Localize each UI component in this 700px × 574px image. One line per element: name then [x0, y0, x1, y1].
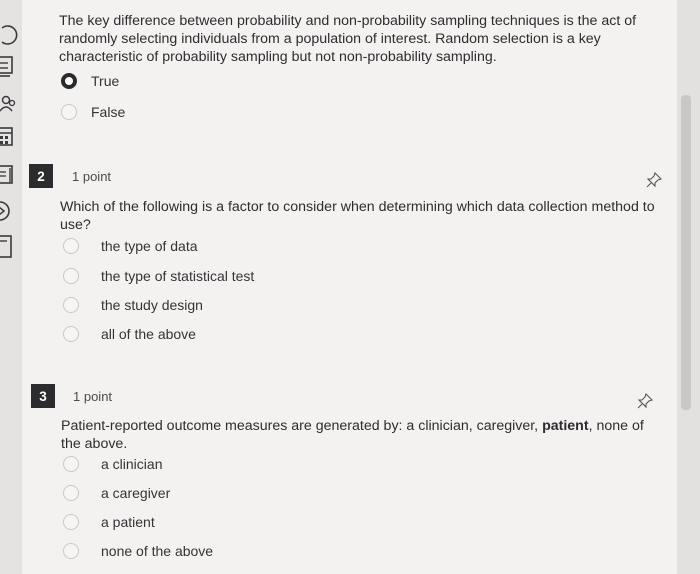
- radio-button[interactable]: [63, 543, 79, 559]
- inbox-icon[interactable]: [0, 164, 22, 186]
- question-number-badge: 3: [31, 384, 55, 408]
- question-2-option[interactable]: the type of data: [63, 235, 198, 257]
- option-label: the type of statistical test: [101, 268, 255, 284]
- option-label: all of the above: [101, 326, 196, 342]
- history-icon[interactable]: [0, 24, 22, 46]
- question-2-option[interactable]: all of the above: [63, 323, 196, 345]
- option-label: the study design: [101, 297, 203, 313]
- radio-button[interactable]: [63, 326, 79, 342]
- radio-button[interactable]: [61, 104, 77, 120]
- grades-icon[interactable]: [0, 55, 22, 79]
- question-3-option[interactable]: a caregiver: [63, 482, 170, 504]
- question-3-text-start: Patient-reported outcome measures are ge…: [61, 418, 543, 434]
- question-3-option[interactable]: none of the above: [63, 540, 213, 562]
- option-label: a caregiver: [101, 485, 171, 501]
- radio-button[interactable]: [63, 485, 79, 501]
- question-number-badge: 2: [29, 164, 53, 188]
- question-1-option-false[interactable]: False: [61, 101, 125, 123]
- page-icon[interactable]: [0, 234, 22, 260]
- question-2-option[interactable]: the study design: [63, 294, 203, 316]
- option-label: the type of data: [101, 238, 198, 254]
- question-points: 1 point: [72, 169, 112, 184]
- people-icon[interactable]: [0, 94, 22, 114]
- option-label: False: [91, 104, 126, 120]
- option-label: none of the above: [101, 543, 214, 559]
- left-nav-sidebar: [0, 0, 22, 574]
- scrollbar-thumb[interactable]: [681, 95, 691, 410]
- radio-button[interactable]: [63, 297, 79, 313]
- question-3-text-bold: patient: [542, 418, 589, 434]
- question-2-text: Which of the following is a factor to co…: [60, 199, 655, 233]
- radio-button[interactable]: [63, 268, 79, 284]
- question-3-option[interactable]: a patient: [63, 511, 155, 533]
- question-2-option[interactable]: the type of statistical test: [63, 265, 254, 287]
- option-label: a clinician: [101, 456, 163, 472]
- calendar-icon[interactable]: [0, 126, 22, 148]
- question-1-option-true[interactable]: True: [61, 70, 119, 92]
- radio-button[interactable]: [63, 514, 79, 530]
- radio-button-selected[interactable]: [61, 73, 77, 89]
- question-3-text: Patient-reported outcome measures are ge…: [61, 417, 661, 453]
- question-points: 1 point: [73, 389, 113, 404]
- question-3-option[interactable]: a clinician: [63, 453, 162, 475]
- radio-button[interactable]: [63, 238, 79, 254]
- radio-button[interactable]: [63, 456, 79, 472]
- option-label: a patient: [101, 514, 155, 530]
- question-1-text: The key difference between probability a…: [59, 13, 637, 65]
- pin-icon[interactable]: [637, 393, 653, 409]
- pin-icon[interactable]: [646, 172, 662, 188]
- help-icon[interactable]: [0, 200, 22, 222]
- option-label: True: [91, 73, 120, 89]
